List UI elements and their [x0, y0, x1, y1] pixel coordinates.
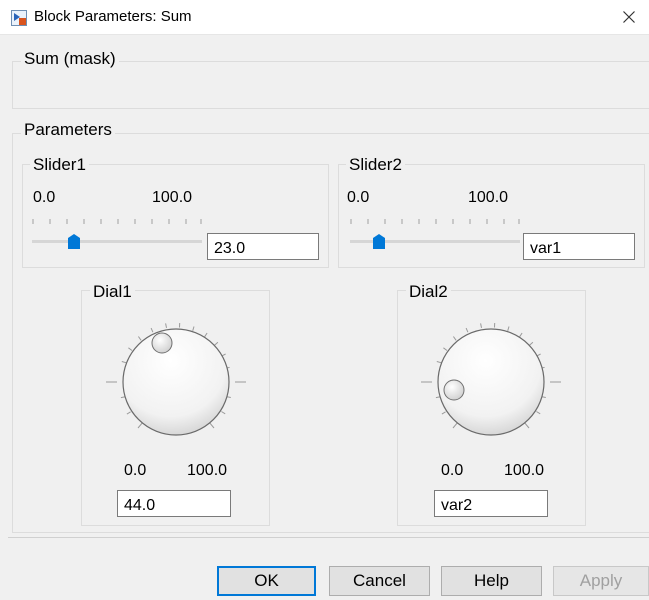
- cancel-button[interactable]: Cancel: [329, 566, 430, 596]
- simulink-block-icon: [11, 10, 27, 26]
- slider1-max-label: 100.0: [152, 189, 193, 206]
- slider1-value-field[interactable]: [207, 233, 319, 260]
- slider1-ticks: [32, 219, 202, 224]
- slider2-ticks: [350, 219, 520, 224]
- apply-button: Apply: [553, 566, 649, 596]
- slider2-value-field[interactable]: [523, 233, 635, 260]
- dial2-knob[interactable]: [416, 307, 566, 457]
- slider1-thumb[interactable]: [68, 234, 80, 249]
- close-button[interactable]: [609, 0, 649, 34]
- dial2-value-field[interactable]: [434, 490, 548, 517]
- dial2-pointer: [443, 379, 465, 401]
- slider1-label: Slider1: [30, 155, 89, 175]
- dial1-max-label: 100.0: [187, 462, 228, 479]
- slider1-track[interactable]: [32, 240, 202, 243]
- slider1-min-label: 0.0: [33, 189, 56, 206]
- dial2-min-label: 0.0: [441, 462, 464, 479]
- window-title: Block Parameters: Sum: [34, 8, 192, 25]
- slider2-max-label: 100.0: [468, 189, 509, 206]
- dial1-label: Dial1: [90, 282, 135, 302]
- slider2-label: Slider2: [346, 155, 405, 175]
- slider2-min-label: 0.0: [347, 189, 370, 206]
- dial1-knob[interactable]: [101, 307, 251, 457]
- title-bar: Block Parameters: Sum: [0, 0, 649, 35]
- dial1-value-field[interactable]: [117, 490, 231, 517]
- ok-button[interactable]: OK: [217, 566, 316, 596]
- help-button[interactable]: Help: [441, 566, 542, 596]
- button-bar-separator: [8, 537, 649, 538]
- slider2-thumb[interactable]: [373, 234, 385, 249]
- dial2-label: Dial2: [406, 282, 451, 302]
- dial2-max-label: 100.0: [504, 462, 545, 479]
- close-icon: [623, 11, 635, 23]
- dial1-pointer: [151, 332, 173, 354]
- dial1-min-label: 0.0: [124, 462, 147, 479]
- parameters-title: Parameters: [21, 120, 115, 140]
- mask-title: Sum (mask): [21, 49, 119, 69]
